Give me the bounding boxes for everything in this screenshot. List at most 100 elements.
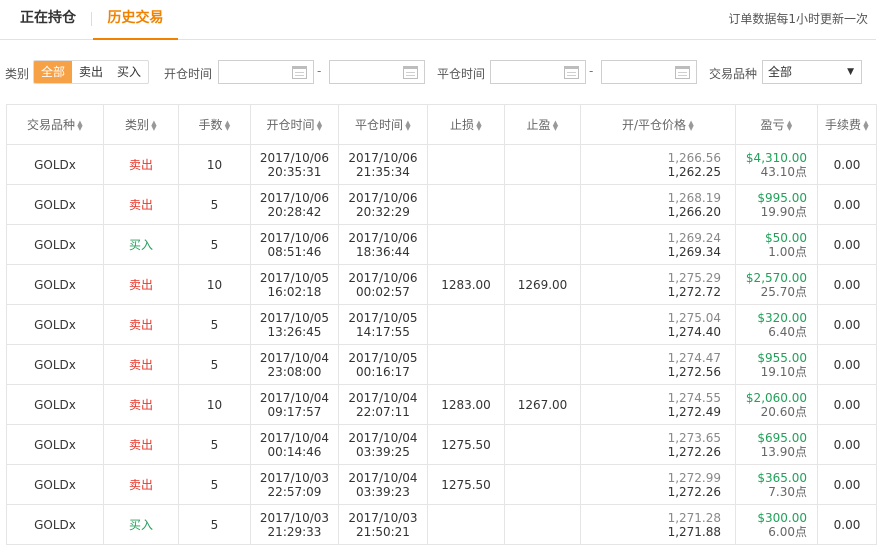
- cell-type: 卖出: [103, 184, 179, 225]
- cell-stop-loss: [427, 144, 505, 185]
- col-header-symbol[interactable]: 交易品种 ▲ ▼: [6, 104, 104, 145]
- cell-fee: 0.00: [817, 344, 877, 385]
- col-header-pnl[interactable]: 盈亏 ▲ ▼: [735, 104, 818, 145]
- sort-icon: ▲ ▼: [151, 118, 157, 132]
- cell-type: 卖出: [103, 384, 179, 425]
- col-header-price[interactable]: 开/平仓价格 ▲ ▼: [580, 104, 736, 145]
- cell-lots: 5: [178, 184, 251, 225]
- cell-type: 卖出: [103, 464, 179, 505]
- col-header-fee[interactable]: 手续费 ▲ ▼: [817, 104, 877, 145]
- col-header-type[interactable]: 类别 ▲ ▼: [103, 104, 179, 145]
- cell-take-profit: [504, 344, 581, 385]
- cell-close-time: 2017/10/06 21:35:34: [338, 144, 428, 185]
- cell-take-profit: [504, 224, 581, 265]
- cell-stop-loss: 1283.00: [427, 264, 505, 305]
- cell-fee: 0.00: [817, 144, 877, 185]
- cell-lots: 5: [178, 424, 251, 465]
- cell-fee: 0.00: [817, 264, 877, 305]
- cell-open-time: 2017/10/06 08:51:46: [250, 224, 339, 265]
- type-filter-group: 全部 卖出 买入: [33, 60, 149, 84]
- dropdown-arrow-icon: ▼: [847, 67, 854, 77]
- cell-open-time: 2017/10/05 13:26:45: [250, 304, 339, 345]
- cell-lots: 10: [178, 384, 251, 425]
- tab-bar: 正在持仓 历史交易 订单数据每1小时更新一次: [0, 0, 876, 40]
- cell-open-time: 2017/10/06 20:35:31: [250, 144, 339, 185]
- cell-symbol: GOLDx: [6, 424, 104, 465]
- cell-close-time: 2017/10/03 21:50:21: [338, 504, 428, 545]
- type-filter-buy[interactable]: 买入: [110, 61, 148, 83]
- cell-fee: 0.00: [817, 464, 877, 505]
- close-time-start-input[interactable]: [490, 60, 586, 84]
- cell-price: 1,269.24 1,269.34: [580, 224, 736, 265]
- col-header-lots[interactable]: 手数 ▲ ▼: [178, 104, 251, 145]
- calendar-icon: [403, 66, 418, 79]
- table-row: GOLDx 卖出 5 2017/10/03 22:57:09 2017/10/04 03:3…: [6, 464, 877, 505]
- cell-type: 卖出: [103, 264, 179, 305]
- table-row: GOLDx 卖出 10 2017/10/04 09:17:57 2017/10/04 22:…: [6, 384, 877, 425]
- cell-take-profit: [504, 504, 581, 545]
- sort-icon: ▲ ▼: [786, 118, 793, 132]
- tab-trade-history[interactable]: 历史交易: [93, 0, 178, 40]
- col-header-take-profit[interactable]: 止盈 ▲ ▼: [504, 104, 581, 145]
- cell-price: 1,268.19 1,266.20: [580, 184, 736, 225]
- cell-type: 卖出: [103, 304, 179, 345]
- cell-take-profit: [504, 144, 581, 185]
- cell-open-time: 2017/10/06 20:28:42: [250, 184, 339, 225]
- sort-icon: ▲ ▼: [405, 118, 411, 132]
- cell-pnl: $300.00 6.00点: [735, 504, 818, 545]
- cell-take-profit: [504, 424, 581, 465]
- open-time-label: 开仓时间: [164, 67, 213, 81]
- cell-fee: 0.00: [817, 504, 877, 545]
- cell-lots: 5: [178, 224, 251, 265]
- cell-symbol: GOLDx: [6, 224, 104, 265]
- cell-pnl: $2,570.00 25.70点: [735, 264, 818, 305]
- close-time-label: 平仓时间: [437, 67, 486, 81]
- cell-price: 1,274.47 1,272.56: [580, 344, 736, 385]
- table-row: GOLDx 卖出 5 2017/10/05 13:26:45 2017/10/05 14:1…: [6, 304, 877, 345]
- cell-stop-loss: [427, 184, 505, 225]
- update-notice: 订单数据每1小时更新一次: [728, 12, 868, 26]
- col-header-open-time[interactable]: 开仓时间 ▲ ▼: [250, 104, 339, 145]
- cell-open-time: 2017/10/04 09:17:57: [250, 384, 339, 425]
- cell-open-time: 2017/10/03 22:57:09: [250, 464, 339, 505]
- cell-stop-loss: [427, 344, 505, 385]
- cell-symbol: GOLDx: [6, 384, 104, 425]
- close-time-end-input[interactable]: [601, 60, 697, 84]
- open-time-end-input[interactable]: [329, 60, 425, 84]
- cell-close-time: 2017/10/06 18:36:44: [338, 224, 428, 265]
- sort-icon: ▲ ▼: [476, 118, 482, 132]
- cell-price: 1,266.56 1,262.25: [580, 144, 736, 185]
- table-row: GOLDx 买入 5 2017/10/03 21:29:33 2017/10/03 21:5…: [6, 504, 877, 545]
- cell-fee: 0.00: [817, 384, 877, 425]
- cell-stop-loss: [427, 304, 505, 345]
- cell-pnl: $4,310.00 43.10点: [735, 144, 818, 185]
- table-row: GOLDx 买入 5 2017/10/06 08:51:46 2017/10/06 18:3…: [6, 224, 877, 265]
- symbol-filter-label: 交易品种: [709, 67, 758, 81]
- cell-lots: 10: [178, 144, 251, 185]
- cell-lots: 5: [178, 464, 251, 505]
- cell-close-time: 2017/10/06 00:02:57: [338, 264, 428, 305]
- cell-fee: 0.00: [817, 224, 877, 265]
- cell-symbol: GOLDx: [6, 264, 104, 305]
- range-separator: -: [589, 64, 594, 78]
- cell-pnl: $955.00 19.10点: [735, 344, 818, 385]
- col-header-close-time[interactable]: 平仓时间 ▲ ▼: [338, 104, 428, 145]
- cell-close-time: 2017/10/05 00:16:17: [338, 344, 428, 385]
- symbol-select[interactable]: 全部 ▼: [762, 60, 862, 84]
- cell-symbol: GOLDx: [6, 304, 104, 345]
- table-row: GOLDx 卖出 5 2017/10/04 23:08:00 2017/10/05 00:1…: [6, 344, 877, 385]
- symbol-select-value: 全部: [768, 65, 793, 79]
- sort-icon: ▲ ▼: [863, 118, 869, 132]
- type-filter-all[interactable]: 全部: [34, 61, 72, 83]
- table-row: GOLDx 卖出 5 2017/10/06 20:28:42 2017/10/06 20:3…: [6, 184, 877, 225]
- col-header-stop-loss[interactable]: 止损 ▲ ▼: [427, 104, 505, 145]
- cell-open-time: 2017/10/03 21:29:33: [250, 504, 339, 545]
- cell-type: 买入: [103, 224, 179, 265]
- type-filter-sell[interactable]: 卖出: [72, 61, 110, 83]
- table-row: GOLDx 卖出 5 2017/10/04 00:14:46 2017/10/04 03:3…: [6, 424, 877, 465]
- cell-take-profit: 1267.00: [504, 384, 581, 425]
- cell-open-time: 2017/10/04 23:08:00: [250, 344, 339, 385]
- open-time-start-input[interactable]: [218, 60, 314, 84]
- tab-open-positions[interactable]: 正在持仓: [20, 0, 76, 40]
- cell-lots: 5: [178, 304, 251, 345]
